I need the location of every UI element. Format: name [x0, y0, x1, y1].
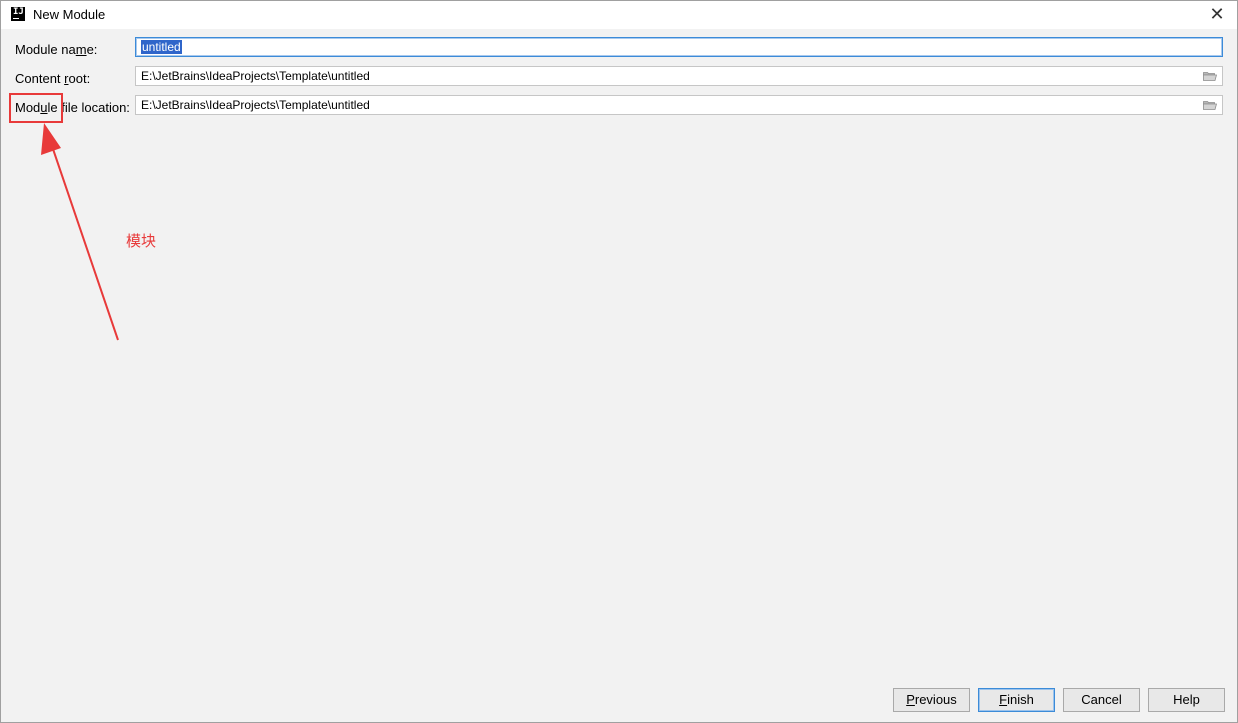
annotation-text: 模块 [126, 233, 157, 250]
cancel-button[interactable]: Cancel [1063, 688, 1140, 712]
previous-button[interactable]: Previous [893, 688, 970, 712]
annotation-arrow [41, 123, 119, 341]
new-module-dialog: IJ New Module ✕ Module name: untitled Co… [0, 0, 1238, 723]
finish-button[interactable]: Finish [978, 688, 1055, 712]
help-button[interactable]: Help [1148, 688, 1225, 712]
